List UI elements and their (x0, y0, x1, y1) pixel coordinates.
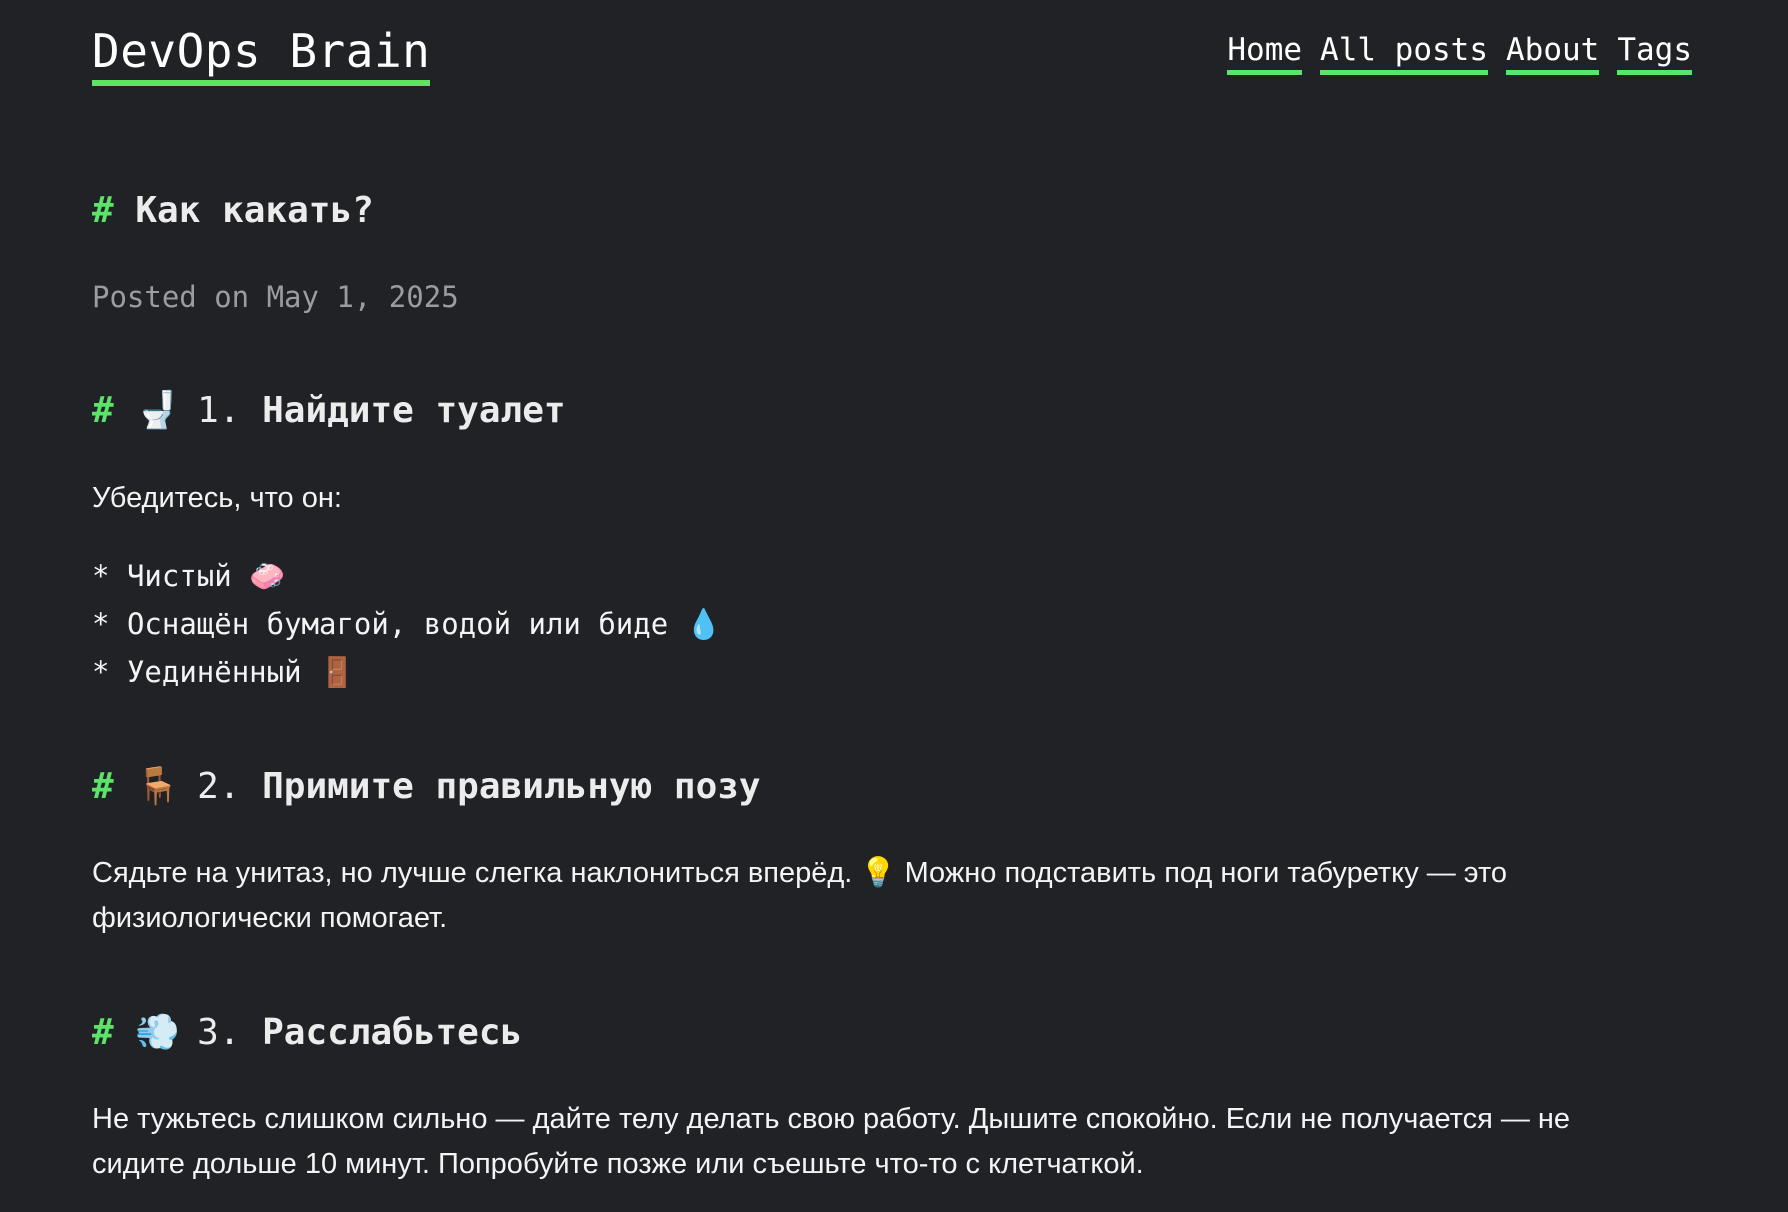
section-heading-find-toilet: # 🚽 1. Найдите туалет (92, 388, 566, 434)
bullet-marker: * (92, 607, 110, 641)
site-header: DevOps Brain Home All posts About Tags (92, 0, 1692, 100)
droplet-emoji-icon: 💧 (685, 607, 722, 641)
section-body-relax: Не тужьтесь слишком сильно — дайте телу … (92, 1103, 1571, 1180)
section-title: Расслабьтесь (262, 1012, 523, 1053)
list-item: * Уединённый 🚪 (92, 648, 722, 696)
post-date: Posted on May 1, 2025 (92, 280, 459, 314)
main-nav: Home All posts About Tags (1227, 30, 1692, 75)
section-number: 3. (197, 1012, 241, 1053)
nav-link-all-posts[interactable]: All posts (1320, 30, 1489, 75)
section-title: Найдите туалет (262, 390, 566, 431)
list-item-text: Оснащён бумагой, водой или биде (126, 607, 669, 641)
list-item: * Чистый 🧼 (92, 552, 722, 600)
post-title: # Как какать? (92, 188, 374, 234)
nav-link-about[interactable]: About (1506, 30, 1600, 75)
section-intro: Убедитесь, что он: (92, 482, 342, 514)
section-heading-posture: # 🪑 2. Примите правильную позу (92, 764, 761, 810)
nav-link-home[interactable]: Home (1227, 30, 1303, 75)
section-number: 2. (197, 766, 241, 807)
nav-link-tags[interactable]: Tags (1617, 30, 1692, 75)
section-number: 1. (197, 390, 241, 431)
chair-emoji-icon: 🪑 (135, 766, 181, 807)
bullet-marker: * (92, 655, 110, 689)
bullet-marker: * (92, 559, 110, 593)
lightbulb-emoji-icon: 💡 (860, 857, 897, 889)
toilet-checklist: * Чистый 🧼 * Оснащён бумагой, водой или … (92, 552, 722, 696)
heading-hash-marker: # (92, 1012, 114, 1053)
site-logo-link[interactable]: DevOps Brain (92, 24, 431, 86)
section-body-posture: Сядьте на унитаз, но лучше слегка наклон… (92, 851, 1652, 941)
body-text: Сядьте на унитаз, но лучше слегка наклон… (92, 857, 853, 889)
heading-hash-marker: # (92, 390, 114, 431)
heading-hash-marker: # (92, 190, 114, 231)
toilet-emoji-icon: 🚽 (135, 390, 181, 431)
section-title: Примите правильную позу (262, 766, 761, 807)
list-item-text: Чистый (126, 559, 232, 593)
soap-emoji-icon: 🧼 (249, 559, 286, 593)
page: DevOps Brain Home All posts About Tags #… (0, 0, 1788, 1212)
post-title-text: Как какать? (135, 190, 374, 231)
list-item: * Оснащён бумагой, водой или биде 💧 (92, 600, 722, 648)
section-heading-relax: # 💨 3. Расслабьтесь (92, 1010, 522, 1056)
dash-emoji-icon: 💨 (135, 1012, 181, 1053)
door-emoji-icon: 🚪 (319, 655, 356, 689)
heading-hash-marker: # (92, 766, 114, 807)
list-item-text: Уединённый (126, 655, 302, 689)
